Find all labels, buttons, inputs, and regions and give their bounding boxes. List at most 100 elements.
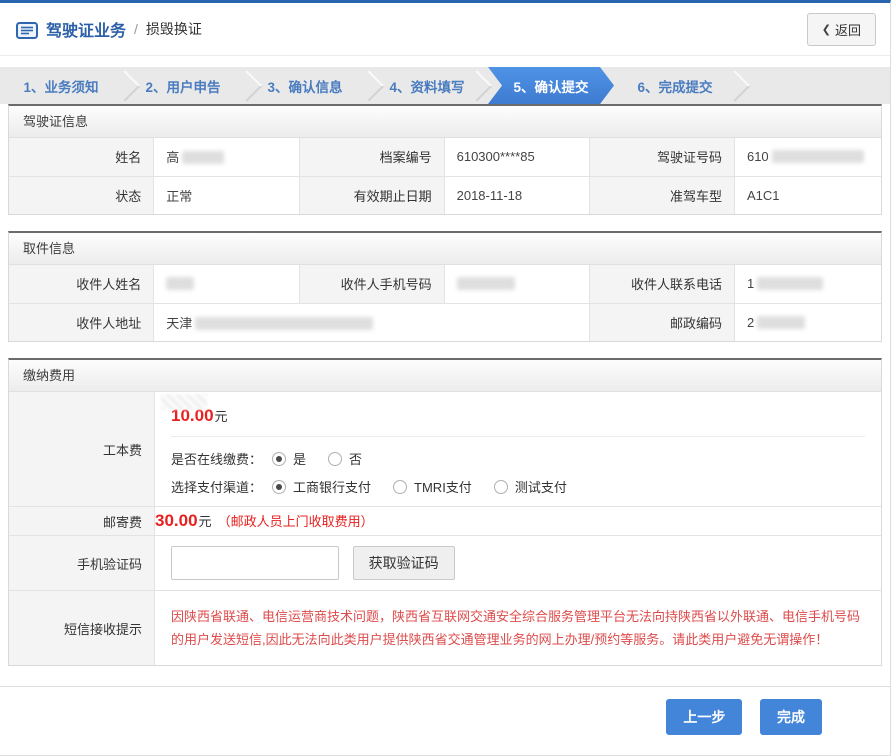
header-bar: 驾驶证业务 / 损毁换证 ❮ 返回 — [0, 3, 890, 56]
sms-notice-text: 因陕西省联通、电信运营商技术问题，陕西省互联网交通安全综合服务管理平台无法向持陕… — [171, 601, 865, 655]
step-separator-icon — [234, 67, 260, 104]
redacted-text — [182, 151, 224, 164]
license-info-table: 姓名 高 档案编号 610300****85 驾驶证号码 610 状态 正常 有… — [9, 138, 881, 214]
field-label: 手机验证码 — [9, 536, 155, 590]
table-row: 姓名 高 档案编号 610300****85 驾驶证号码 610 — [9, 138, 881, 176]
step-6-finish-submit[interactable]: 6、完成提交 — [614, 67, 736, 104]
step-separator-icon — [356, 67, 382, 104]
license-business-icon — [16, 22, 38, 39]
base-fee-amount: 10.00元 — [171, 402, 865, 436]
status-value: 正常 — [154, 176, 300, 214]
field-label: 工本费 — [9, 392, 155, 506]
captcha-input[interactable] — [171, 546, 339, 580]
postage-note: （邮政人员上门收取费用） — [218, 514, 374, 529]
postage-fee-content: 30.00元（邮政人员上门收取费用） — [155, 507, 881, 535]
step-separator-icon — [464, 67, 490, 104]
page: 驾驶证业务 / 损毁换证 ❮ 返回 1、业务须知 2、用户申告 3、确认信息 4… — [0, 0, 891, 756]
online-payment-option-row: 是否在线缴费： 是 否 — [171, 449, 865, 468]
field-label: 收件人地址 — [9, 303, 154, 341]
redacted-text — [757, 316, 805, 329]
radio-channel-test[interactable]: 测试支付 — [494, 477, 567, 496]
field-label: 收件人联系电话 — [590, 265, 735, 303]
sms-notice-content: 因陕西省联通、电信运营商技术问题，陕西省互联网交通安全综合服务管理平台无法向持陕… — [155, 591, 881, 665]
finish-button[interactable]: 完成 — [760, 699, 822, 735]
captcha-content: 获取验证码 — [155, 536, 881, 590]
radio-selected-icon — [272, 452, 286, 466]
back-button-label: 返回 — [835, 20, 861, 39]
radio-selected-icon — [272, 480, 286, 494]
expiry-date-value: 2018-11-18 — [444, 176, 590, 214]
radio-unselected-icon — [328, 452, 342, 466]
redacted-text — [457, 277, 515, 290]
page-title: 驾驶证业务 — [46, 17, 126, 41]
step-5-confirm-submit-active[interactable]: 5、确认提交 — [488, 67, 614, 104]
redacted-text — [757, 277, 823, 290]
recipient-address-value: 天津 — [154, 303, 590, 341]
get-captcha-button[interactable]: 获取验证码 — [353, 546, 455, 580]
step-separator-icon — [112, 67, 138, 104]
back-chevron-icon: ❮ — [822, 23, 831, 36]
field-label: 收件人姓名 — [9, 265, 154, 303]
field-label: 驾驶证号码 — [590, 138, 735, 176]
radio-online-no[interactable]: 否 — [328, 449, 362, 468]
radio-unselected-icon — [494, 480, 508, 494]
field-label: 短信接收提示 — [9, 591, 155, 665]
captcha-row: 手机验证码 获取验证码 — [9, 535, 881, 590]
postage-fee-row: 邮寄费 30.00元（邮政人员上门收取费用） — [9, 506, 881, 535]
field-label: 准驾车型 — [590, 176, 735, 214]
radio-channel-tmri[interactable]: TMRI支付 — [393, 477, 472, 496]
previous-step-button[interactable]: 上一步 — [666, 699, 742, 735]
radio-label: 否 — [349, 449, 362, 468]
radio-label: TMRI支付 — [414, 477, 472, 496]
payment-channel-label: 选择支付渠道： — [171, 477, 262, 496]
step-wizard: 1、业务须知 2、用户申告 3、确认信息 4、资料填写 5、确认提交 6、完成提… — [0, 67, 890, 104]
step-bar-filler — [736, 67, 890, 104]
step-separator-icon — [722, 67, 748, 104]
radio-online-yes[interactable]: 是 — [272, 449, 306, 468]
field-label: 档案编号 — [299, 138, 444, 176]
field-label: 邮政编码 — [590, 303, 735, 341]
field-label: 邮寄费 — [9, 507, 155, 535]
redacted-watermark — [161, 394, 207, 410]
recipient-phone-value: 1 — [734, 265, 881, 303]
field-label: 有效期止日期 — [299, 176, 444, 214]
recipient-name-value — [154, 265, 300, 303]
postal-code-value: 2 — [734, 303, 881, 341]
redacted-text — [166, 277, 194, 290]
fees-section: 缴纳费用 工本费 10.00元 是否在线缴费： 是 否 — [8, 358, 882, 666]
online-payment-label: 是否在线缴费： — [171, 449, 262, 468]
table-row: 状态 正常 有效期止日期 2018-11-18 准驾车型 A1C1 — [9, 176, 881, 214]
license-info-section: 驾驶证信息 姓名 高 档案编号 610300****85 驾驶证号码 610 状… — [8, 104, 882, 215]
radio-label: 工商银行支付 — [293, 477, 371, 496]
back-button[interactable]: ❮ 返回 — [807, 13, 876, 46]
name-value: 高 — [154, 138, 300, 176]
radio-channel-icbc[interactable]: 工商银行支付 — [272, 477, 371, 496]
page-subtitle: 损毁换证 — [146, 19, 202, 39]
footer-actions: 上一步 完成 — [0, 686, 890, 735]
table-row: 收件人姓名 收件人手机号码 收件人联系电话 1 — [9, 265, 881, 303]
divider — [171, 436, 865, 437]
recipient-mobile-value — [444, 265, 590, 303]
section-title: 缴纳费用 — [9, 360, 881, 392]
archive-number-value: 610300****85 — [444, 138, 590, 176]
field-label: 收件人手机号码 — [299, 265, 444, 303]
table-row: 收件人地址 天津 邮政编码 2 — [9, 303, 881, 341]
redacted-text — [772, 150, 864, 163]
field-label: 状态 — [9, 176, 154, 214]
radio-label: 是 — [293, 449, 306, 468]
radio-unselected-icon — [393, 480, 407, 494]
radio-label: 测试支付 — [515, 477, 567, 496]
section-title: 取件信息 — [9, 233, 881, 265]
breadcrumb: 驾驶证业务 / 损毁换证 — [16, 17, 202, 41]
step-1-business-notice[interactable]: 1、业务须知 — [0, 67, 122, 104]
payment-channel-row: 选择支付渠道： 工商银行支付 TMRI支付 测试支付 — [171, 477, 865, 496]
base-fee-row: 工本费 10.00元 是否在线缴费： 是 否 — [9, 392, 881, 506]
breadcrumb-separator: / — [134, 21, 138, 37]
field-label: 姓名 — [9, 138, 154, 176]
license-number-value: 610 — [734, 138, 881, 176]
section-title: 驾驶证信息 — [9, 106, 881, 138]
vehicle-class-value: A1C1 — [734, 176, 881, 214]
redacted-text — [195, 317, 373, 330]
pickup-info-table: 收件人姓名 收件人手机号码 收件人联系电话 1 收件人地址 天津 邮政编码 2 — [9, 265, 881, 341]
pickup-info-section: 取件信息 收件人姓名 收件人手机号码 收件人联系电话 1 收件人地址 天津 邮政… — [8, 231, 882, 342]
